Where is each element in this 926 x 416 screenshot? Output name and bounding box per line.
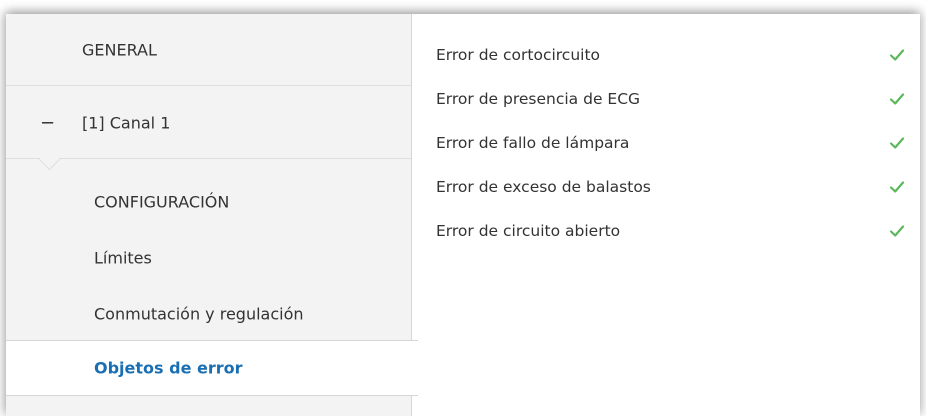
- sidebar-item-label: [1] Canal 1: [82, 113, 171, 132]
- check-icon: [889, 93, 905, 105]
- error-option-label: Error de cortocircuito: [436, 46, 601, 64]
- sidebar-filler: [6, 396, 411, 416]
- sidebar-item-configuracion[interactable]: CONFIGURACIÓN: [6, 176, 411, 228]
- sidebar: GENERAL − [1] Canal 1 CONFIGURACIÓN Lími…: [6, 14, 418, 416]
- error-option-label: Error de exceso de balastos: [436, 178, 651, 196]
- sidebar-item-canal-1[interactable]: − [1] Canal 1: [6, 87, 411, 159]
- error-option-label: Error de fallo de lámpara: [436, 134, 630, 152]
- error-option-row: Error de cortocircuito: [436, 41, 906, 69]
- error-option-row: Error de fallo de lámpara: [436, 129, 906, 157]
- sidebar-item-limites[interactable]: Límites: [6, 232, 411, 284]
- collapse-icon[interactable]: −: [40, 112, 55, 133]
- sidebar-item-label: Objetos de error: [94, 358, 243, 378]
- sidebar-item-label: Límites: [94, 248, 152, 268]
- error-option-row: Error de circuito abierto: [436, 217, 906, 245]
- check-icon: [889, 225, 905, 237]
- error-option-label: Error de circuito abierto: [436, 222, 621, 240]
- check-icon: [889, 49, 905, 61]
- error-option-row: Error de exceso de balastos: [436, 173, 906, 201]
- sidebar-item-label: GENERAL: [82, 40, 157, 59]
- check-icon: [889, 181, 905, 193]
- sidebar-item-label: Conmutación y regulación: [94, 304, 304, 324]
- check-icon: [889, 137, 905, 149]
- error-checkbox[interactable]: [888, 222, 906, 240]
- error-checkbox[interactable]: [888, 134, 906, 152]
- sidebar-item-label: CONFIGURACIÓN: [94, 192, 230, 212]
- error-checkbox[interactable]: [888, 178, 906, 196]
- error-option-row: Error de presencia de ECG: [436, 85, 906, 113]
- error-checkbox[interactable]: [888, 46, 906, 64]
- sidebar-item-objetos-de-error[interactable]: Objetos de error: [6, 340, 418, 396]
- sidebar-item-general[interactable]: GENERAL: [6, 14, 411, 86]
- error-option-label: Error de presencia de ECG: [436, 90, 641, 108]
- sidebar-item-conmutacion[interactable]: Conmutación y regulación: [6, 288, 411, 340]
- error-checkbox[interactable]: [888, 90, 906, 108]
- parameters-window: GENERAL − [1] Canal 1 CONFIGURACIÓN Lími…: [6, 14, 920, 416]
- error-objects-panel: Error de cortocircuito Error de presenci…: [412, 14, 920, 416]
